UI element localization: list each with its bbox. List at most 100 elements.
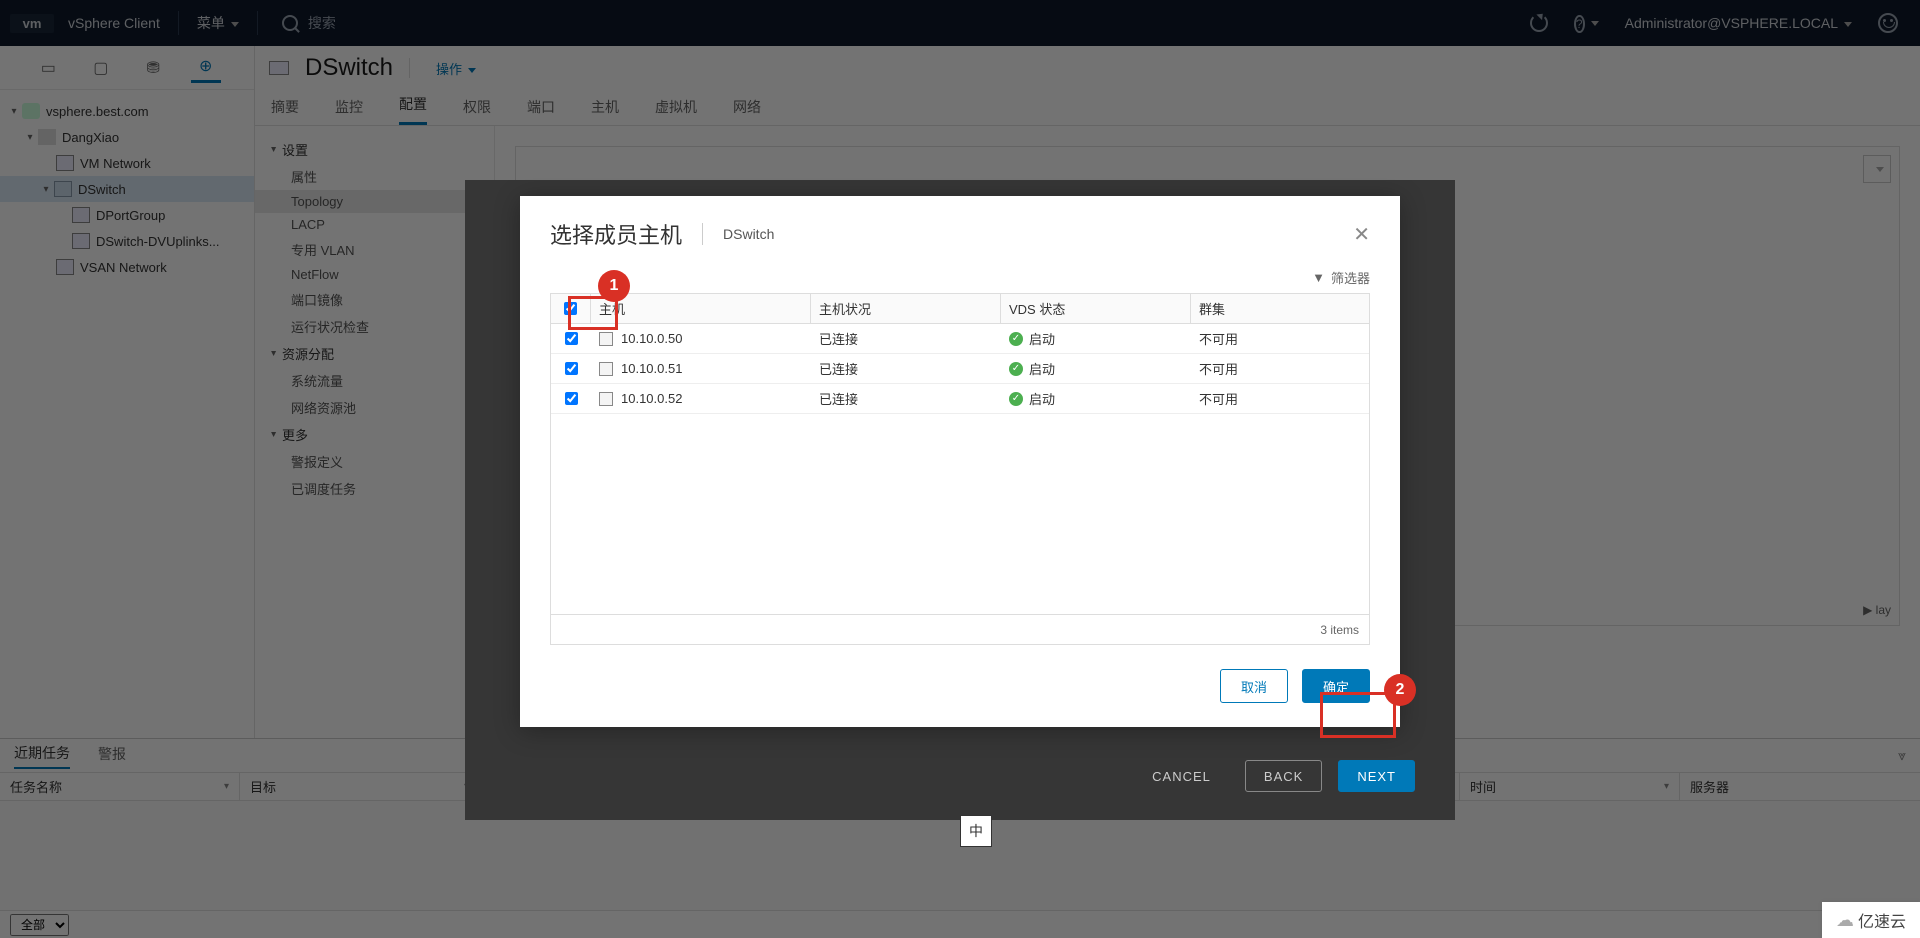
col-vds-status[interactable]: VDS 状态 [1001,294,1191,323]
cancel-button[interactable]: 取消 [1220,669,1288,703]
content-tabs: 摘要 监控 配置 权限 端口 主机 虚拟机 网络 [255,90,1920,126]
subnav-item-topology[interactable]: Topology [255,190,494,213]
tab-configure[interactable]: 配置 [399,94,427,125]
host-row[interactable]: 10.10.0.52 已连接 ✓启动 不可用 [551,384,1369,414]
tab-summary[interactable]: 摘要 [271,97,299,125]
col-host-status[interactable]: 主机状况 [811,294,1001,323]
subnav-item[interactable]: 网络资源池 [255,394,494,421]
item-count: 3 items [1320,623,1359,637]
host-row[interactable]: 10.10.0.50 已连接 ✓启动 不可用 [551,324,1369,354]
subnav-item[interactable]: 系统流量 [255,367,494,394]
tasks-filter-select[interactable]: 全部 [10,914,69,936]
subnav-item[interactable]: 运行状况检查 [255,313,494,340]
host-row[interactable]: 10.10.0.51 已连接 ✓启动 不可用 [551,354,1369,384]
storage-view-icon[interactable]: ⛃ [138,53,168,83]
subnav-item[interactable]: 已调度任务 [255,475,494,502]
filter-row[interactable]: ▼ 筛选器 [550,268,1370,287]
subnav-item[interactable]: NetFlow [255,263,494,286]
menu-dropdown[interactable]: 菜单 [197,13,239,33]
col-task-name[interactable]: 任务名称▾ [0,773,240,800]
tree-root[interactable]: ▾ vsphere.best.com [0,98,254,124]
networking-view-icon[interactable]: ⊕ [191,53,221,83]
feedback-icon[interactable] [1878,13,1898,33]
panel-footer-label: ▶ lay [1863,603,1891,617]
tab-monitor[interactable]: 监控 [335,97,363,125]
subnav-item[interactable]: 属性 [255,163,494,190]
tab-alarms[interactable]: 警报 [98,744,126,768]
actions-dropdown[interactable]: 操作 [436,59,476,78]
refresh-icon[interactable] [1530,14,1548,32]
select-all-cell[interactable] [551,294,591,323]
col-time[interactable]: 时间▾ [1460,773,1680,800]
search-placeholder: 搜索 [308,13,336,33]
subnav-item[interactable]: 警报定义 [255,448,494,475]
panel-dropdown[interactable] [1863,155,1891,183]
tab-vms[interactable]: 虚拟机 [655,97,697,125]
tab-recent-tasks[interactable]: 近期任务 [14,743,70,769]
twisty-icon: ▾ [40,184,52,195]
vds-status: 启动 [1029,359,1055,378]
tree-item[interactable]: VSAN Network [0,254,254,280]
inventory-view-switcher: ▭ ▢ ⛃ ⊕ [0,46,254,90]
dvswitch-title-icon [269,61,289,75]
subnav-item[interactable]: 端口镜像 [255,286,494,313]
row-checkbox[interactable] [565,332,578,345]
tab-permissions[interactable]: 权限 [463,97,491,125]
watermark-text: 亿速云 [1858,908,1906,932]
subnav-item[interactable]: LACP [255,213,494,236]
tree-item[interactable]: VM Network [0,150,254,176]
panel-footer-text: lay [1876,603,1891,617]
tab-hosts[interactable]: 主机 [591,97,619,125]
portgroup-icon [72,207,90,223]
hosts-grid: 主机 主机状况 VDS 状态 群集 10.10.0.50 已连接 ✓启动 不可用… [550,293,1370,645]
ok-button[interactable]: 确定 [1302,669,1370,703]
tab-ports[interactable]: 端口 [527,97,555,125]
subnav-group[interactable]: ▸更多 [255,421,494,448]
chevron-down-icon [1844,22,1852,27]
help-icon: ? [1574,15,1585,33]
tree-datacenter[interactable]: ▾ DangXiao [0,124,254,150]
datacenter-icon [38,129,56,145]
chevron-down-icon [231,22,239,27]
col-cluster[interactable]: 群集 [1191,294,1369,323]
host-icon [599,332,613,346]
wizard-cancel-button[interactable]: CANCEL [1134,760,1229,792]
grid-footer: 3 items [551,614,1369,644]
tree-item[interactable]: DPortGroup [0,202,254,228]
modal-context: DSwitch [723,226,774,242]
select-all-checkbox[interactable] [564,302,577,315]
search-icon [282,15,298,31]
twisty-icon: ▸ [268,147,279,152]
subnav-item[interactable]: 专用 VLAN [255,236,494,263]
tasks-footer: 全部 [0,910,1920,938]
host-icon [599,392,613,406]
row-checkbox[interactable] [565,392,578,405]
wizard-back-button[interactable]: BACK [1245,760,1322,792]
vms-view-icon[interactable]: ▢ [86,53,116,83]
col-target[interactable]: 目标▾ [240,773,480,800]
wizard-next-button[interactable]: NEXT [1338,760,1415,792]
close-icon[interactable]: ✕ [1353,222,1370,247]
ime-indicator: 中 [960,815,992,847]
tree-item-dswitch[interactable]: ▾ DSwitch [0,176,254,202]
content-header: DSwitch 操作 [255,46,1920,90]
group-label-text: 更多 [282,425,308,444]
user-menu[interactable]: Administrator@VSPHERE.LOCAL [1625,15,1852,31]
filter-icon: ▼ [1312,270,1325,285]
tab-networks[interactable]: 网络 [733,97,761,125]
search-area[interactable]: 搜索 [282,13,336,33]
row-checkbox[interactable] [565,362,578,375]
network-icon [56,155,74,171]
collapse-panel-icon[interactable]: ⩔ [1898,747,1906,764]
help-dropdown[interactable]: ? [1574,15,1599,32]
cloud-icon: ☁ [1836,910,1854,931]
annotation-badge-1: 1 [598,270,630,302]
col-server[interactable]: 服务器 [1680,773,1920,800]
grid-header: 主机 主机状况 VDS 状态 群集 [551,294,1369,324]
vds-status: 启动 [1029,389,1055,408]
subnav-group[interactable]: ▸设置 [255,136,494,163]
hosts-view-icon[interactable]: ▭ [33,53,63,83]
subnav-group[interactable]: ▸资源分配 [255,340,494,367]
tree-item[interactable]: DSwitch-DVUplinks... [0,228,254,254]
config-subnav: ▸设置 属性 Topology LACP 专用 VLAN NetFlow 端口镜… [255,126,495,738]
